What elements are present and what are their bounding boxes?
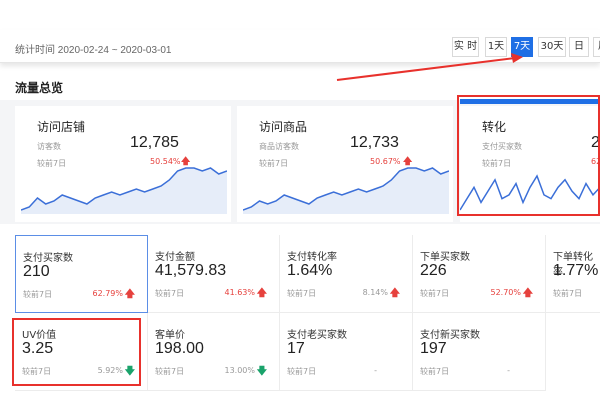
metric-order-conversion[interactable]: 下单转化率 1.77% 较前7日 bbox=[546, 235, 600, 313]
metric-payment-conversion[interactable]: 支付转化率 1.64% 较前7日 8.14% 🡅 bbox=[280, 235, 413, 313]
sparkline-area bbox=[243, 168, 449, 214]
metric-compare-label: 较前7日 bbox=[420, 289, 450, 298]
metric-label: 支付转化率 bbox=[287, 252, 337, 263]
arrow-down-icon: 🡇 bbox=[256, 366, 267, 377]
metric-payment-amount[interactable]: 支付金额 41,579.83 较前7日 41.63% 🡅 bbox=[148, 235, 280, 313]
range-week-button[interactable]: 周 bbox=[593, 37, 600, 57]
metric-returning-buyers[interactable]: 支付老买家数 17 较前7日 - bbox=[280, 313, 413, 391]
annotation-highlight-box bbox=[12, 318, 141, 386]
metric-percent: 13.00% bbox=[224, 366, 255, 375]
metric-value: 210 bbox=[23, 263, 50, 280]
sparkline-chart bbox=[21, 167, 227, 214]
card-value: 12,785 bbox=[130, 134, 179, 151]
metric-percent: 62.79% bbox=[92, 289, 123, 298]
metric-value: 198.00 bbox=[155, 340, 204, 357]
metric-percent: - bbox=[507, 366, 510, 375]
arrow-up-icon: 🡅 bbox=[124, 289, 135, 300]
metric-value: 41,579.83 bbox=[155, 262, 227, 279]
metric-percent: 8.14% bbox=[362, 288, 388, 297]
sparkline-area bbox=[21, 168, 227, 214]
overview-card-product-visits[interactable]: 访问商品 商品访客数 较前7日 12,733 50.67% 🡅 bbox=[237, 106, 453, 222]
metric-paying-buyers[interactable]: 支付买家数 210 较前7日 62.79% 🡅 bbox=[15, 235, 148, 313]
metric-value: 226 bbox=[420, 262, 447, 279]
arrow-up-icon: 🡅 bbox=[256, 288, 267, 299]
metric-compare-label: 较前7日 bbox=[553, 289, 583, 298]
range-7day-button[interactable]: 7天 bbox=[511, 37, 533, 57]
metric-order-buyers[interactable]: 下单买家数 226 较前7日 52.70% 🡅 bbox=[413, 235, 546, 313]
metric-percent: 41.63% bbox=[224, 288, 255, 297]
metric-value: 17 bbox=[287, 340, 305, 357]
annotation-highlight-box bbox=[457, 95, 600, 216]
metric-label: 支付金额 bbox=[155, 252, 195, 263]
card-subtitle: 商品访客数 bbox=[259, 142, 299, 151]
metric-value: 197 bbox=[420, 340, 447, 357]
metric-compare-label: 较前7日 bbox=[23, 290, 53, 299]
metric-label: 支付买家数 bbox=[23, 253, 73, 264]
top-blank-area bbox=[0, 0, 600, 30]
metric-label: 支付新买家数 bbox=[420, 330, 480, 341]
card-value: 12,733 bbox=[350, 134, 399, 151]
metric-compare-label: 较前7日 bbox=[155, 367, 185, 376]
card-title: 访问商品 bbox=[259, 120, 308, 134]
metric-value: 1.64% bbox=[287, 262, 333, 279]
metric-label: 下单买家数 bbox=[420, 252, 470, 263]
metric-value: 1.77% bbox=[553, 262, 599, 279]
overview-card-store-visits[interactable]: 访问店铺 访客数 较前7日 12,785 50.54% 🡅 bbox=[15, 106, 231, 222]
metric-label: 客单价 bbox=[155, 330, 185, 341]
arrow-up-icon: 🡅 bbox=[522, 288, 533, 299]
range-1day-button[interactable]: 1天 bbox=[485, 37, 507, 57]
card-title: 访问店铺 bbox=[37, 120, 86, 134]
sparkline-chart bbox=[243, 167, 449, 214]
metric-compare-label: 较前7日 bbox=[287, 367, 317, 376]
metric-percent: 52.70% bbox=[490, 288, 521, 297]
range-realtime-button[interactable]: 实 时 bbox=[452, 37, 479, 57]
metric-compare-label: 较前7日 bbox=[287, 289, 317, 298]
stat-time-label: 统计时间 2020-02-24 ~ 2020-03-01 bbox=[15, 45, 172, 56]
metric-label: 支付老买家数 bbox=[287, 330, 347, 341]
card-subtitle: 访客数 bbox=[37, 142, 61, 151]
metric-compare-label: 较前7日 bbox=[155, 289, 185, 298]
metric-new-buyers[interactable]: 支付新买家数 197 较前7日 - bbox=[413, 313, 546, 391]
section-title: 流量总览 bbox=[15, 81, 64, 95]
range-day-button[interactable]: 日 bbox=[569, 37, 589, 57]
metric-compare-label: 较前7日 bbox=[420, 367, 450, 376]
range-30day-button[interactable]: 30天 bbox=[538, 37, 566, 57]
metric-percent: - bbox=[374, 366, 377, 375]
arrow-up-icon: 🡅 bbox=[389, 288, 400, 299]
metric-avg-order-price[interactable]: 客单价 198.00 较前7日 13.00% 🡇 bbox=[148, 313, 280, 391]
